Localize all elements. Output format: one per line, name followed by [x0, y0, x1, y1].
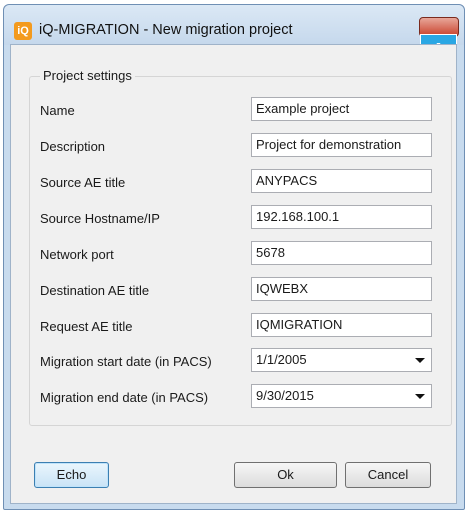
request-ae-title-field[interactable]: IQMIGRATION: [251, 313, 432, 337]
source-hostname-field[interactable]: 192.168.100.1: [251, 205, 432, 229]
ok-button[interactable]: Ok: [234, 462, 337, 488]
migration-end-date-label: Migration end date (in PACS): [40, 390, 209, 405]
project-settings-legend: Project settings: [40, 68, 135, 83]
network-port-field[interactable]: 5678: [251, 241, 432, 265]
name-label: Name: [40, 103, 75, 118]
dropdown-arrow-icon[interactable]: [415, 358, 425, 363]
network-port-label: Network port: [40, 247, 114, 262]
echo-button[interactable]: Echo: [34, 462, 109, 488]
source-ae-title-field[interactable]: ANYPACS: [251, 169, 432, 193]
destination-ae-title-label: Destination AE title: [40, 283, 150, 298]
destination-ae-title-field[interactable]: IQWEBX: [251, 277, 432, 301]
window-title: iQ-MIGRATION - New migration project: [39, 22, 293, 38]
migration-end-date-value: 9/30/2015: [256, 388, 314, 403]
source-hostname-label: Source Hostname/IP: [40, 211, 160, 226]
request-ae-title-label: Request AE title: [40, 319, 133, 334]
title-bar[interactable]: iQ iQ-MIGRATION - New migration project: [4, 5, 464, 45]
migration-start-date-select[interactable]: 1/1/2005: [251, 348, 432, 372]
cancel-button[interactable]: Cancel: [345, 462, 431, 488]
migration-end-date-select[interactable]: 9/30/2015: [251, 384, 432, 408]
description-label: Description: [40, 139, 106, 154]
description-field[interactable]: Project for demonstration: [251, 133, 432, 157]
migration-start-date-label: Migration start date (in PACS): [40, 354, 212, 369]
app-logo-icon: iQ: [14, 22, 32, 40]
name-field[interactable]: Example project: [251, 97, 432, 121]
migration-start-date-value: 1/1/2005: [256, 352, 307, 367]
dropdown-arrow-icon[interactable]: [415, 394, 425, 399]
source-ae-title-label: Source AE title: [40, 175, 126, 190]
